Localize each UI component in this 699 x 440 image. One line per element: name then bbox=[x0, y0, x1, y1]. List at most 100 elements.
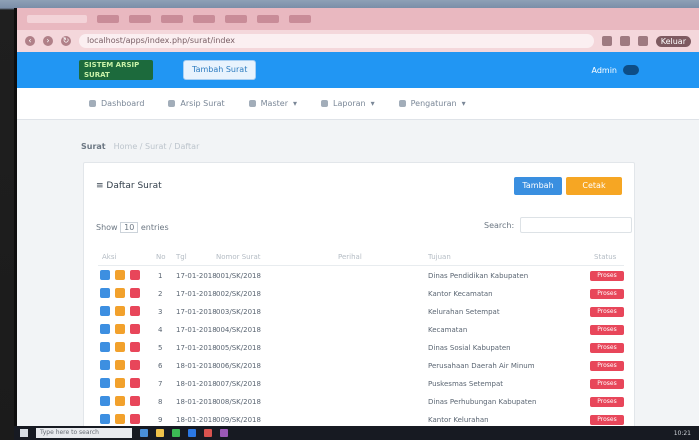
delete-icon[interactable] bbox=[130, 414, 140, 424]
th-tgl[interactable]: Tgl bbox=[176, 253, 187, 261]
browser-tab[interactable] bbox=[97, 15, 119, 23]
delete-icon[interactable] bbox=[130, 360, 140, 370]
surat-card: ≡ Daftar Surat Tambah Cetak Show 10 entr… bbox=[83, 162, 635, 426]
app-header: SISTEM ARSIP SURAT Tambah Surat Admin bbox=[17, 52, 699, 88]
menu-item-master[interactable]: Master ▾ bbox=[248, 99, 297, 108]
menu-item-pengaturan[interactable]: Pengaturan ▾ bbox=[398, 99, 466, 108]
row-number: 001/SK/2018 bbox=[216, 272, 261, 280]
delete-icon[interactable] bbox=[130, 270, 140, 280]
view-icon[interactable] bbox=[115, 378, 125, 388]
status-badge[interactable]: Proses bbox=[590, 343, 624, 353]
user-menu[interactable]: Admin bbox=[591, 65, 639, 75]
th-tujuan[interactable]: Tujuan bbox=[428, 253, 451, 261]
file-explorer-icon[interactable] bbox=[156, 429, 164, 437]
address-bar-row: ‹ › ↻ localhost/apps/index.php/surat/ind… bbox=[17, 30, 699, 52]
view-icon[interactable] bbox=[115, 342, 125, 352]
status-badge[interactable]: Proses bbox=[590, 289, 624, 299]
th-no[interactable]: No bbox=[156, 253, 166, 261]
edit-icon[interactable] bbox=[100, 306, 110, 316]
user-name: Admin bbox=[591, 65, 618, 75]
browser-tab[interactable] bbox=[225, 15, 247, 23]
edit-icon[interactable] bbox=[100, 342, 110, 352]
breadcrumb-path[interactable]: Home / Surat / Daftar bbox=[114, 142, 200, 151]
app-logo[interactable]: SISTEM ARSIP SURAT bbox=[79, 60, 153, 80]
app-icon[interactable] bbox=[220, 429, 228, 437]
menu-item-arsip[interactable]: Arsip Surat bbox=[168, 99, 225, 108]
url-field[interactable]: localhost/apps/index.php/surat/index bbox=[79, 34, 594, 48]
screen: ‹ › ↻ localhost/apps/index.php/surat/ind… bbox=[14, 8, 699, 426]
status-badge[interactable]: Proses bbox=[590, 307, 624, 317]
avatar bbox=[623, 65, 639, 75]
delete-icon[interactable] bbox=[130, 306, 140, 316]
table-header: Aksi No Tgl Nomor Surat Perihal Tujuan S… bbox=[98, 251, 624, 266]
row-no: 6 bbox=[158, 362, 163, 370]
browser-tab[interactable] bbox=[289, 15, 311, 23]
edit-icon[interactable] bbox=[100, 288, 110, 298]
th-nomor[interactable]: Nomor Surat bbox=[216, 253, 261, 261]
table-row: 1 17-01-2018 001/SK/2018 Dinas Pendidikan K… bbox=[98, 267, 624, 285]
view-icon[interactable] bbox=[115, 324, 125, 334]
row-no: 4 bbox=[158, 326, 163, 334]
delete-icon[interactable] bbox=[130, 342, 140, 352]
view-icon[interactable] bbox=[115, 270, 125, 280]
reload-icon[interactable]: ↻ bbox=[61, 36, 71, 46]
taskbar-search[interactable]: Type here to search bbox=[36, 428, 132, 438]
row-no: 8 bbox=[158, 398, 163, 406]
edit-icon[interactable] bbox=[100, 414, 110, 424]
row-destination: Perusahaan Daerah Air Minum bbox=[428, 362, 535, 370]
edit-icon[interactable] bbox=[100, 396, 110, 406]
browser-tab[interactable] bbox=[161, 15, 183, 23]
status-badge[interactable]: Proses bbox=[590, 361, 624, 371]
extension-icon[interactable] bbox=[601, 36, 612, 46]
th-status[interactable]: Status bbox=[594, 253, 616, 261]
back-icon[interactable]: ‹ bbox=[25, 36, 35, 46]
delete-icon[interactable] bbox=[130, 396, 140, 406]
bookmark-icon[interactable] bbox=[619, 36, 630, 46]
search-label: Search: bbox=[484, 220, 515, 230]
profile-button[interactable]: Keluar bbox=[655, 35, 691, 47]
menu-item-dashboard[interactable]: Dashboard bbox=[89, 99, 144, 108]
menu-item-laporan[interactable]: Laporan ▾ bbox=[321, 99, 375, 108]
chrome-icon[interactable] bbox=[172, 429, 180, 437]
view-icon[interactable] bbox=[115, 414, 125, 424]
word-icon[interactable] bbox=[188, 429, 196, 437]
browser-tab[interactable] bbox=[193, 15, 215, 23]
th-perihal[interactable]: Perihal bbox=[338, 253, 362, 261]
browser-tab[interactable] bbox=[257, 15, 279, 23]
view-icon[interactable] bbox=[115, 396, 125, 406]
forward-icon[interactable]: › bbox=[43, 36, 53, 46]
menu-icon[interactable] bbox=[637, 36, 648, 46]
taskview-icon[interactable] bbox=[140, 429, 148, 437]
th-aksi[interactable]: Aksi bbox=[102, 253, 116, 261]
view-icon[interactable] bbox=[115, 288, 125, 298]
status-badge[interactable]: Proses bbox=[590, 379, 624, 389]
edit-icon[interactable] bbox=[100, 360, 110, 370]
search-input[interactable] bbox=[520, 217, 633, 233]
status-badge[interactable]: Proses bbox=[590, 271, 624, 281]
delete-icon[interactable] bbox=[130, 378, 140, 388]
status-badge[interactable]: Proses bbox=[590, 325, 624, 335]
home-icon bbox=[89, 100, 96, 107]
browser-tab[interactable] bbox=[129, 15, 151, 23]
table-search: Search: bbox=[484, 217, 633, 233]
app-icon[interactable] bbox=[204, 429, 212, 437]
header-add-button[interactable]: Tambah Surat bbox=[183, 60, 257, 80]
clock[interactable]: 10:21 bbox=[674, 430, 691, 437]
add-button[interactable]: Tambah bbox=[514, 177, 562, 195]
edit-icon[interactable] bbox=[100, 324, 110, 334]
delete-icon[interactable] bbox=[130, 288, 140, 298]
status-badge[interactable]: Proses bbox=[590, 415, 624, 425]
row-no: 1 bbox=[158, 272, 163, 280]
edit-icon[interactable] bbox=[100, 270, 110, 280]
edit-icon[interactable] bbox=[100, 378, 110, 388]
print-button[interactable]: Cetak bbox=[566, 177, 622, 195]
status-badge[interactable]: Proses bbox=[590, 397, 624, 407]
browser-tab-active[interactable] bbox=[27, 15, 87, 23]
delete-icon[interactable] bbox=[130, 324, 140, 334]
logo-text-1: SISTEM ARSIP bbox=[84, 61, 140, 69]
windows-start-icon[interactable] bbox=[20, 429, 28, 437]
row-no: 2 bbox=[158, 290, 163, 298]
view-icon[interactable] bbox=[115, 360, 125, 370]
view-icon[interactable] bbox=[115, 306, 125, 316]
entries-select[interactable]: 10 bbox=[120, 222, 139, 233]
